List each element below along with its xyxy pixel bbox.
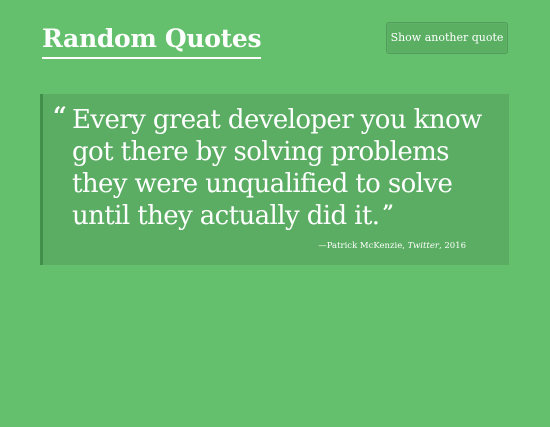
close-quote-icon: ” <box>382 200 394 224</box>
quote-text-block: Every great developer you know got there… <box>72 104 502 232</box>
open-quote-icon: “ <box>53 101 67 130</box>
quote-year: 2016 <box>444 241 466 251</box>
page-title: Random Quotes <box>42 22 262 59</box>
show-another-quote-button[interactable]: Show another quote <box>386 22 508 54</box>
quote-card: “ Every great developer you know got the… <box>40 94 509 265</box>
quote-attribution: —Patrick McKenzie, Twitter, 2016 <box>318 240 466 252</box>
random-quotes-page: Random Quotes Show another quote “ Every… <box>0 0 550 427</box>
attribution-dash: — <box>318 241 327 251</box>
quote-text: Every great developer you know got there… <box>72 105 482 231</box>
page-header: Random Quotes Show another quote <box>42 22 508 59</box>
quote-author: Patrick McKenzie <box>326 241 403 251</box>
quote-source: Twitter <box>407 241 439 251</box>
